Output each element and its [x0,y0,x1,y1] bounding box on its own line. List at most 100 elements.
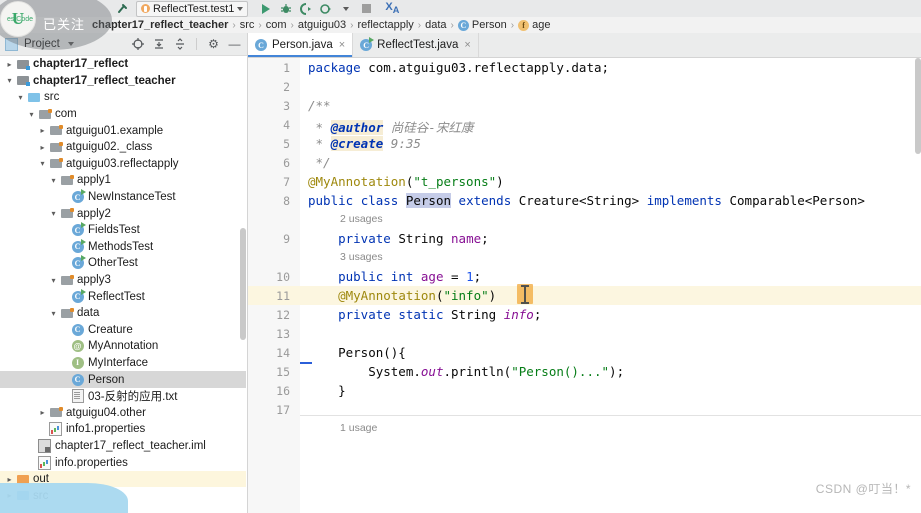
tree-item-creature[interactable]: C Creature [0,322,246,339]
tree-item-src[interactable]: ▾ src [0,89,246,106]
tree-item-reflecttest[interactable]: C ReflectTest [0,288,246,305]
code-line[interactable]: private String name; [308,231,489,246]
tree-item-label: 03-反射的应用.txt [88,391,178,404]
build-hammer-icon[interactable] [112,1,132,17]
run-with-coverage-button[interactable] [296,1,316,17]
iml-icon [37,438,52,453]
tree-item-apply2[interactable]: ▾ apply2 [0,205,246,222]
chevron-down-icon[interactable]: ▾ [48,276,59,285]
tree-item-newinstancetest[interactable]: C NewInstanceTest [0,189,246,206]
line-number: 15 [276,365,290,379]
breadcrumb-item-data[interactable]: data [423,19,448,31]
tree-item-03-txt[interactable]: 03-反射的应用.txt [0,388,246,405]
tree-item-label: apply1 [77,174,111,187]
tree-vertical-scrollbar[interactable] [240,228,246,340]
line-number: 17 [276,403,290,417]
tree-item-apply1[interactable]: ▾ apply1 [0,172,246,189]
breadcrumb-item-reflectapply[interactable]: reflectapply [356,19,416,31]
code-line[interactable]: @MyAnnotation("t_persons") [308,174,504,189]
run-button[interactable] [256,1,276,17]
tree-item-info1-properties[interactable]: info1.properties [0,421,246,438]
tree-item-atguigu03-reflectapply[interactable]: ▾ atguigu03.reflectapply [0,156,246,173]
code-line[interactable]: * @author 尚硅谷-宋红康 [308,117,473,136]
chevron-right-icon[interactable]: ▸ [37,143,48,152]
tree-item-com[interactable]: ▾ com [0,106,246,123]
expand-all-icon[interactable] [151,37,166,52]
code-line[interactable]: * @create 9:35 [308,136,421,151]
code-line[interactable]: Person(){ [308,345,406,360]
code-line[interactable]: package com.atguigu03.reflectapply.data; [308,60,609,75]
editor-area: C Person.java × C ReflectTest.java × 123… [248,33,921,513]
project-tree[interactable]: ▸ chapter17_reflect ▾ chapter17_reflect_tea… [0,56,246,513]
main-toolbar: ReflectTest.test1 XA [0,0,921,18]
line-number: 13 [276,327,290,341]
collapse-all-icon[interactable] [172,37,187,52]
chevron-down-icon[interactable]: ▾ [26,110,37,119]
tree-item-chapter17-reflect[interactable]: ▸ chapter17_reflect [0,56,246,73]
tree-item-fieldstest[interactable]: C FieldsTest [0,222,246,239]
tree-item-othertest[interactable]: C OtherTest [0,255,246,272]
chevron-right-icon[interactable]: ▸ [37,408,48,417]
breadcrumb-item-atguigu03[interactable]: atguigu03 [296,19,348,31]
usage-inlay-hint[interactable]: 1 usage [340,422,377,434]
breadcrumb-item-src[interactable]: src [238,19,257,31]
tree-item-data[interactable]: ▾ data [0,305,246,322]
chevron-right-icon[interactable]: ▸ [37,126,48,135]
chevron-down-icon[interactable]: ▾ [15,93,26,102]
chevron-down-icon[interactable]: ▾ [37,159,48,168]
profiler-dropdown-icon[interactable] [336,1,356,17]
close-icon[interactable]: × [464,39,470,51]
code-line[interactable]: */ [308,155,331,170]
tab-reflecttest-java[interactable]: C ReflectTest.java × [353,33,479,57]
chevron-down-icon[interactable]: ▾ [48,309,59,318]
tree-item-info-properties[interactable]: info.properties [0,454,246,471]
tree-item-label: MethodsTest [88,240,154,253]
debug-button[interactable] [276,1,296,17]
code-line[interactable]: } [308,383,346,398]
tree-item-myannotation[interactable]: @ MyAnnotation [0,338,246,355]
stop-button[interactable] [356,1,376,17]
tree-item-atguigu02-class[interactable]: ▸ atguigu02._class [0,139,246,156]
tab-person-java[interactable]: C Person.java × [248,33,354,57]
tree-item-person[interactable]: C Person [0,371,246,388]
chevron-down-icon[interactable]: ▾ [4,76,15,85]
chevron-down-icon[interactable]: ▾ [48,209,59,218]
tree-item-chapter17-reflect-teacher[interactable]: ▾ chapter17_reflect_teacher [0,73,246,90]
run-configuration-selector[interactable]: ReflectTest.test1 [136,0,249,17]
editor-vertical-scrollbar[interactable] [915,58,921,154]
breadcrumb-item-person[interactable]: C Person [456,19,509,31]
editor-gutter[interactable]: 1 2 3 4 5 6 7 8 9 10 11 12 13 14 15 16 17 [248,58,300,513]
java-annotation-icon: @ [70,339,85,353]
tree-item-chapter17-reflect-teacher-iml[interactable]: chapter17_reflect_teacher.iml [0,438,246,455]
tree-item-apply3[interactable]: ▾ apply3 [0,272,246,289]
code-line[interactable]: public class Person extends Creature<Str… [308,193,865,208]
usage-inlay-hint[interactable]: 2 usages [340,213,383,225]
code-content[interactable]: package com.atguigu03.reflectapply.data;… [300,58,921,513]
chevron-down-icon[interactable]: ▾ [48,176,59,185]
breadcrumb-separator: › [417,19,422,31]
line-number: 4 [283,118,290,132]
code-line[interactable]: @MyAnnotation("info") [308,288,496,303]
hide-panel-icon[interactable]: — [227,37,242,52]
profiler-button[interactable] [316,1,336,17]
tree-item-methodstest[interactable]: C MethodsTest [0,238,246,256]
tree-item-label: ReflectTest [88,290,145,303]
channel-logo: U estCode [0,1,36,37]
breadcrumb-item-com[interactable]: com [264,19,289,31]
code-line[interactable]: /** [308,98,331,113]
chevron-right-icon[interactable]: ▸ [4,60,15,69]
tree-item-label: MyAnnotation [88,340,159,353]
tree-item-atguigu04-other[interactable]: ▸ atguigu04.other [0,404,246,421]
code-line[interactable]: public int age = 1; [308,269,481,284]
tree-item-myinterface[interactable]: I MyInterface [0,355,246,372]
code-line[interactable]: System.out.println("Person()..."); [308,364,624,379]
close-icon[interactable]: × [339,39,345,51]
settings-gear-icon[interactable]: ⚙ [206,37,221,52]
tree-item-atguigu01-example[interactable]: ▸ atguigu01.example [0,122,246,139]
properties-icon [48,422,63,437]
locate-file-icon[interactable] [130,37,145,52]
code-line[interactable]: private static String info; [308,307,541,322]
translate-button[interactable]: XA [382,1,402,17]
breadcrumb-item-age[interactable]: f age [516,19,552,31]
usage-inlay-hint[interactable]: 3 usages [340,251,383,263]
